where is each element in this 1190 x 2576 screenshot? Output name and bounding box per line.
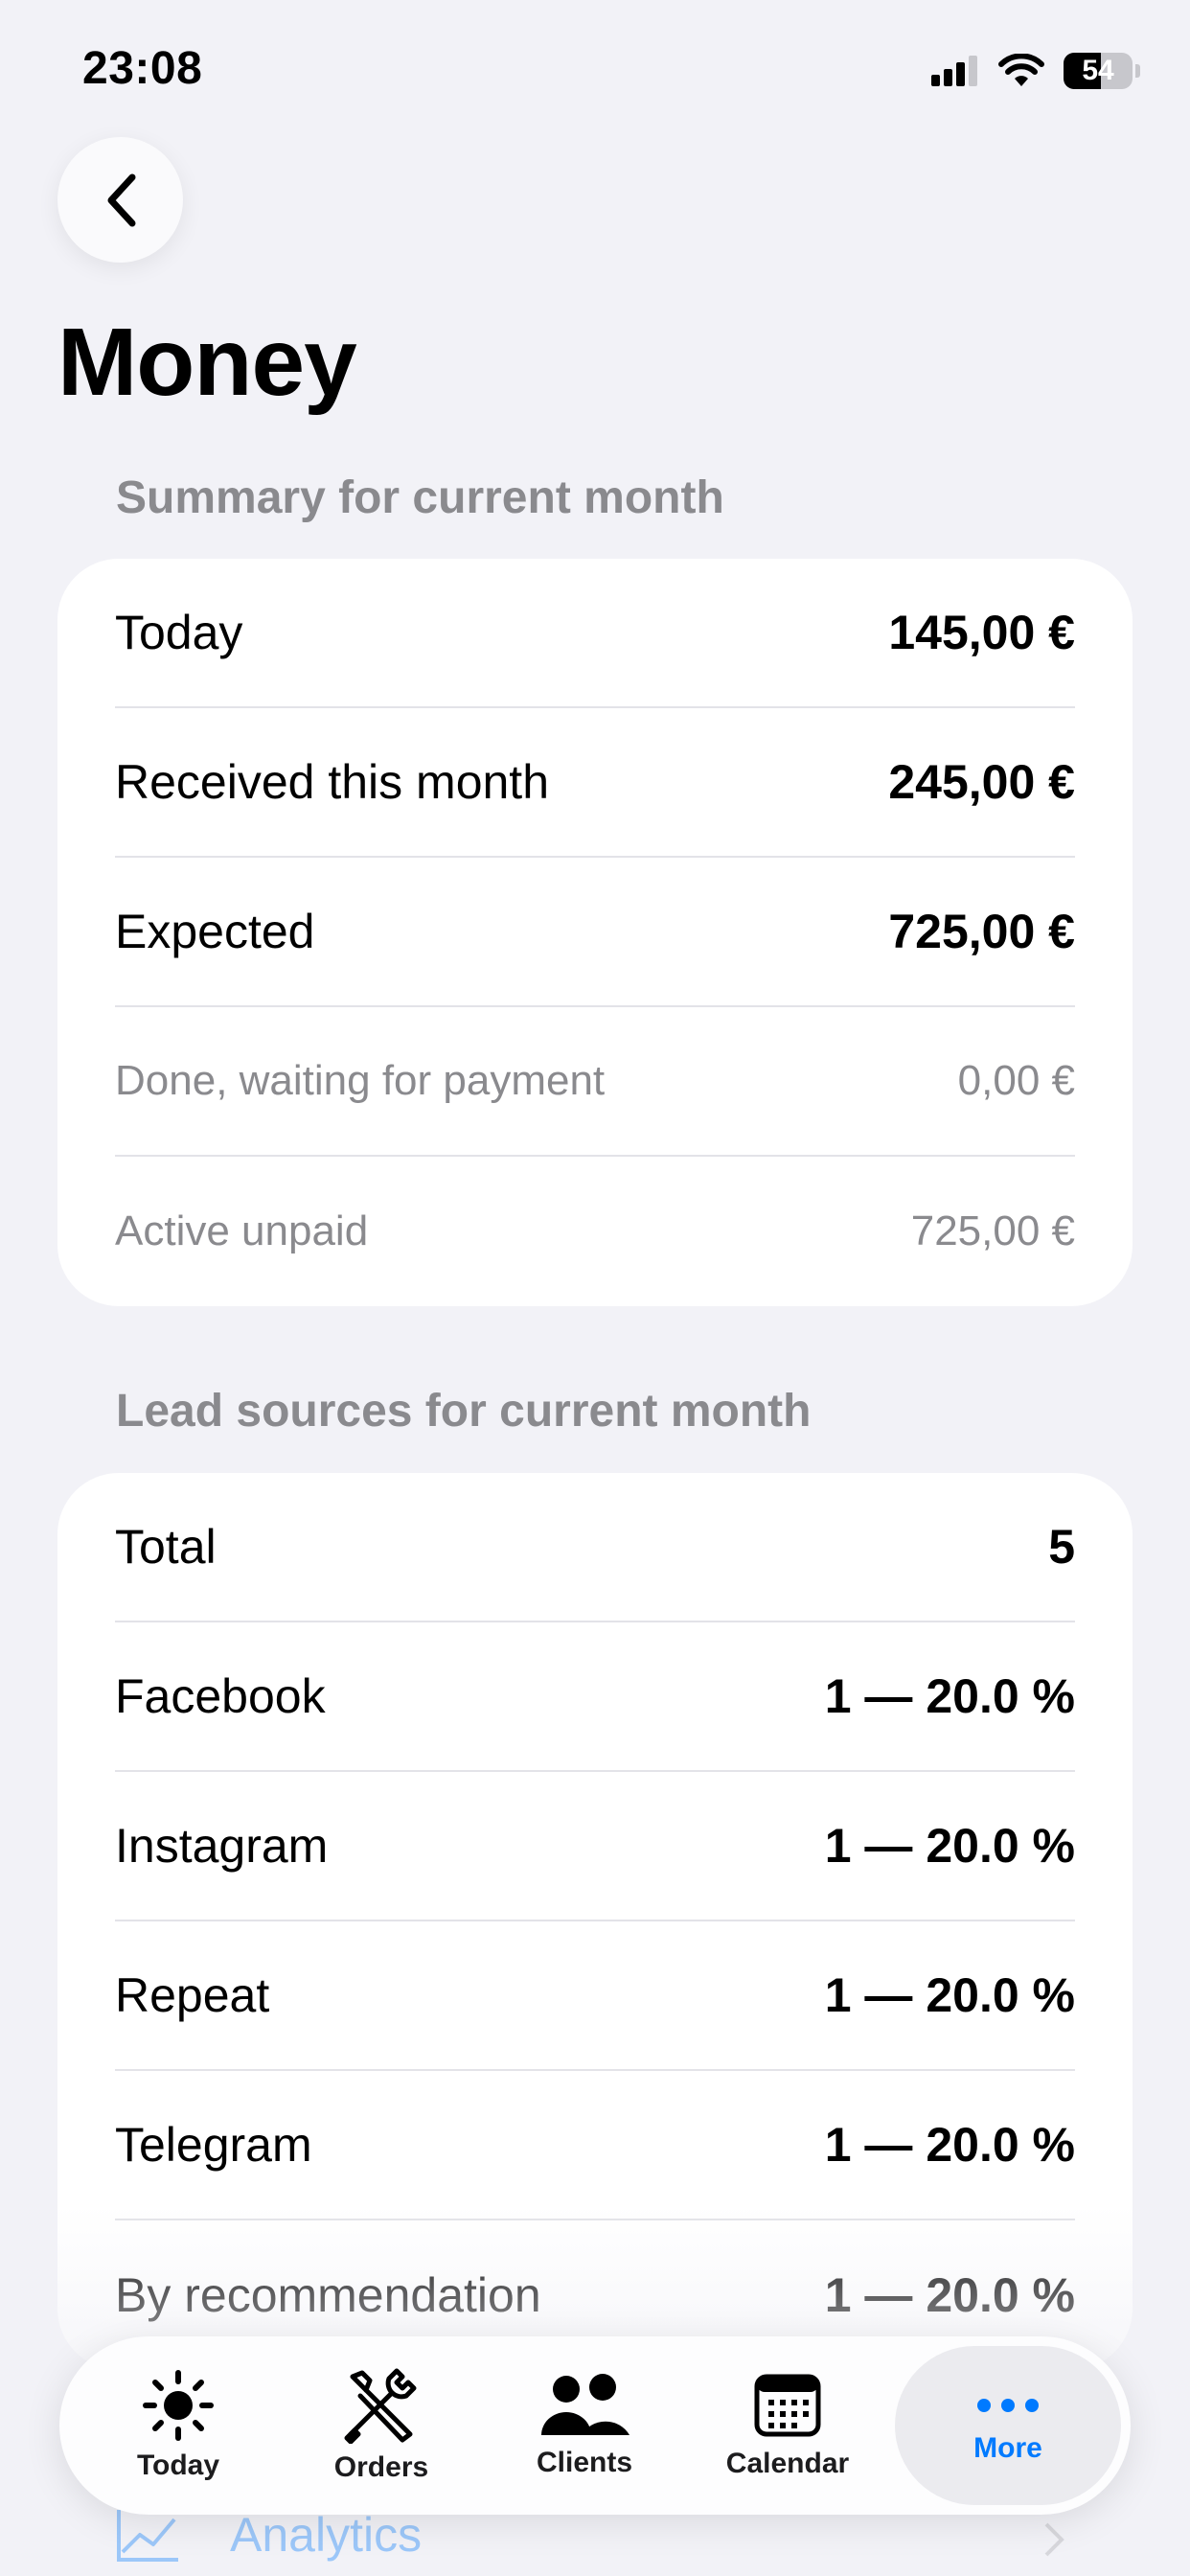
row-value: 245,00 €: [888, 755, 1075, 809]
tools-icon: [344, 2368, 417, 2444]
summary-row-active-unpaid: Active unpaid 725,00 €: [115, 1157, 1075, 1306]
ellipsis-icon: [977, 2399, 1039, 2412]
people-icon: [541, 2374, 629, 2435]
row-value: 725,00 €: [888, 905, 1075, 958]
tab-label: Clients: [536, 2447, 633, 2478]
row-value: 1 — 20.0 %: [824, 2268, 1075, 2322]
analytics-label: Analytics: [230, 2508, 423, 2562]
chevron-right-icon: [1044, 2522, 1064, 2557]
battery-level: 54: [1082, 55, 1114, 86]
money-screen: 23:08 54 Money Summary for current month…: [0, 0, 1190, 2576]
summary-header: Summary for current month: [116, 472, 724, 523]
row-label: Received this month: [115, 755, 550, 809]
row-label: Done, waiting for payment: [115, 1057, 606, 1104]
row-label: Total: [115, 1520, 217, 1574]
row-value: 1 — 20.0 %: [824, 1968, 1075, 2022]
row-label: Today: [115, 606, 243, 659]
sun-icon: [143, 2370, 214, 2441]
tab-today[interactable]: Today: [82, 2349, 274, 2502]
tab-label: More: [973, 2432, 1042, 2464]
lead-row-telegram: Telegram 1 — 20.0 %: [115, 2071, 1075, 2220]
row-label: Repeat: [115, 1968, 270, 2022]
lead-row-facebook: Facebook 1 — 20.0 %: [115, 1622, 1075, 1772]
status-time: 23:08: [82, 43, 203, 94]
page-title: Money: [57, 309, 357, 416]
row-value: 145,00 €: [888, 606, 1075, 659]
row-value: 0,00 €: [957, 1057, 1075, 1104]
chevron-left-icon: [107, 173, 135, 226]
summary-row-expected: Expected 725,00 €: [115, 858, 1075, 1007]
row-value: 1 — 20.0 %: [824, 1819, 1075, 1873]
row-label: Expected: [115, 905, 315, 958]
tab-label: Orders: [333, 2451, 429, 2483]
summary-row-received: Received this month 245,00 €: [115, 708, 1075, 858]
lead-row-instagram: Instagram 1 — 20.0 %: [115, 1772, 1075, 1921]
cellular-signal-icon: [931, 56, 977, 86]
tab-orders[interactable]: Orders: [286, 2349, 477, 2502]
battery-icon: 54: [1064, 53, 1133, 89]
tab-more[interactable]: More: [895, 2346, 1121, 2505]
row-label: Facebook: [115, 1669, 326, 1723]
battery-tip: [1135, 64, 1140, 78]
row-value: 725,00 €: [910, 1208, 1075, 1254]
lead-row-repeat: Repeat 1 — 20.0 %: [115, 1921, 1075, 2071]
row-label: By recommendation: [115, 2268, 541, 2322]
lead-sources-header: Lead sources for current month: [116, 1386, 812, 1437]
lead-sources-card: Total 5 Facebook 1 — 20.0 % Instagram 1 …: [57, 1473, 1133, 2370]
summary-row-waiting-payment: Done, waiting for payment 0,00 €: [115, 1007, 1075, 1157]
row-label: Telegram: [115, 2118, 312, 2172]
wifi-icon: [998, 54, 1044, 86]
calendar-icon: [754, 2374, 821, 2437]
summary-row-today: Today 145,00 €: [115, 559, 1075, 708]
tab-clients[interactable]: Clients: [489, 2349, 680, 2502]
row-value: 1 — 20.0 %: [824, 1669, 1075, 1723]
lead-row-total: Total 5: [115, 1473, 1075, 1622]
status-icons: 54: [931, 50, 1140, 92]
tab-calendar[interactable]: Calendar: [692, 2349, 883, 2502]
row-value: 1 — 20.0 %: [824, 2118, 1075, 2172]
status-bar: 23:08 54: [0, 0, 1190, 144]
row-label: Active unpaid: [115, 1208, 369, 1254]
tab-label: Today: [136, 2450, 220, 2481]
row-value: 5: [1048, 1520, 1075, 1574]
tab-label: Calendar: [725, 2448, 850, 2479]
tab-bar: Today Orders Clients Calendar More: [59, 2336, 1131, 2515]
summary-card: Today 145,00 € Received this month 245,0…: [57, 559, 1133, 1306]
back-button[interactable]: [57, 137, 183, 263]
row-label: Instagram: [115, 1819, 329, 1873]
analytics-row[interactable]: Analytics: [115, 2506, 422, 2564]
chart-line-icon: [117, 2510, 178, 2562]
